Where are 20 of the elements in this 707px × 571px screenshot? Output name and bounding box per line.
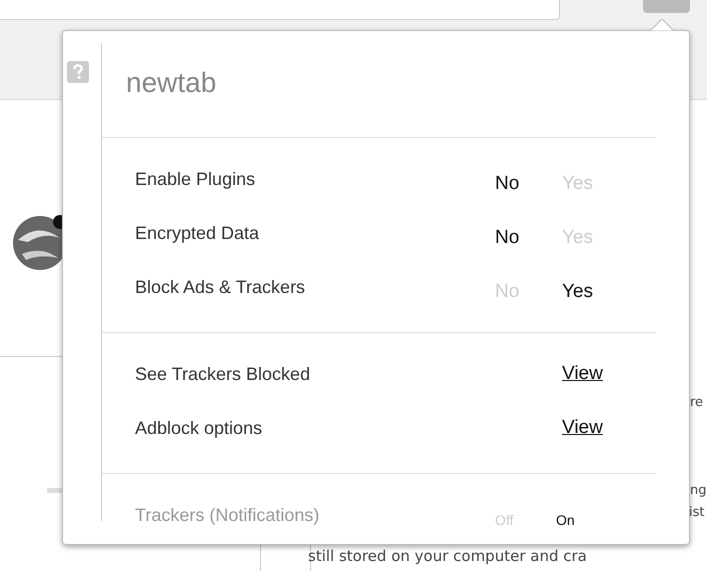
view-link[interactable]: View [562,414,603,442]
view-link[interactable]: View [562,360,603,388]
setting-label: Trackers (Notifications) [135,504,320,527]
setting-label: Enable Plugins [135,168,256,191]
page-text: ist [689,506,704,519]
address-field[interactable] [0,0,560,20]
popup-title: newtab [125,66,218,100]
toggle-option[interactable]: No [495,160,562,198]
page-text: still stored on your computer and cra [308,549,587,564]
page-text: re [690,396,704,409]
extension-button[interactable] [643,0,690,13]
page-text: ng [690,484,706,497]
setting-label: Adblock options [135,416,264,440]
toggle-option[interactable]: No [495,214,562,252]
setting-label: Encrypted Data [135,222,260,245]
dash-mark [47,488,63,493]
setting-label: See Trackers Blocked [135,362,312,386]
setting-label: Block Ads & Trackers [135,276,306,298]
help-icon[interactable] [67,61,89,83]
toggle-option[interactable]: Yes [562,268,629,306]
